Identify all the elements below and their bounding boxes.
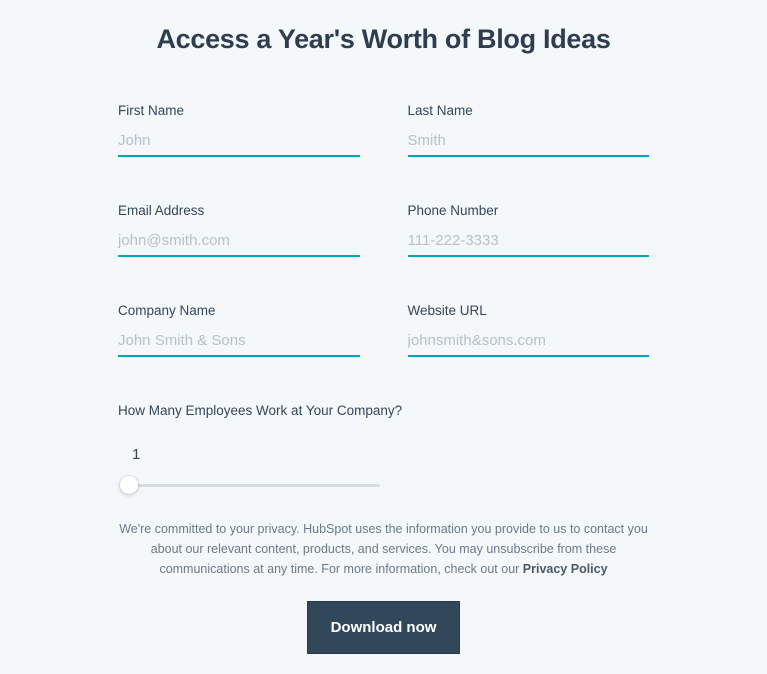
download-button[interactable]: Download now: [307, 601, 461, 654]
last-name-label: Last Name: [408, 103, 650, 118]
email-label: Email Address: [118, 203, 360, 218]
page-title: Access a Year's Worth of Blog Ideas: [60, 24, 707, 55]
company-label: Company Name: [118, 303, 360, 318]
field-email: Email Address: [118, 203, 360, 257]
first-name-input[interactable]: [118, 128, 360, 157]
privacy-text: We're committed to your privacy. HubSpot…: [60, 519, 707, 579]
form-grid: First Name Last Name Email Address Phone…: [60, 103, 707, 357]
website-input[interactable]: [408, 328, 650, 357]
email-input[interactable]: [118, 228, 360, 257]
last-name-input[interactable]: [408, 128, 650, 157]
phone-label: Phone Number: [408, 203, 650, 218]
slider-track: [120, 484, 380, 487]
field-website: Website URL: [408, 303, 650, 357]
employees-section: How Many Employees Work at Your Company?…: [60, 403, 707, 495]
employees-value: 1: [132, 446, 649, 463]
employees-slider[interactable]: [120, 475, 380, 495]
field-last-name: Last Name: [408, 103, 650, 157]
slider-thumb[interactable]: [120, 476, 138, 494]
privacy-policy-link[interactable]: Privacy Policy: [523, 562, 608, 576]
field-phone: Phone Number: [408, 203, 650, 257]
employees-label: How Many Employees Work at Your Company?: [118, 403, 649, 418]
phone-input[interactable]: [408, 228, 650, 257]
field-first-name: First Name: [118, 103, 360, 157]
first-name-label: First Name: [118, 103, 360, 118]
company-input[interactable]: [118, 328, 360, 357]
website-label: Website URL: [408, 303, 650, 318]
field-company: Company Name: [118, 303, 360, 357]
